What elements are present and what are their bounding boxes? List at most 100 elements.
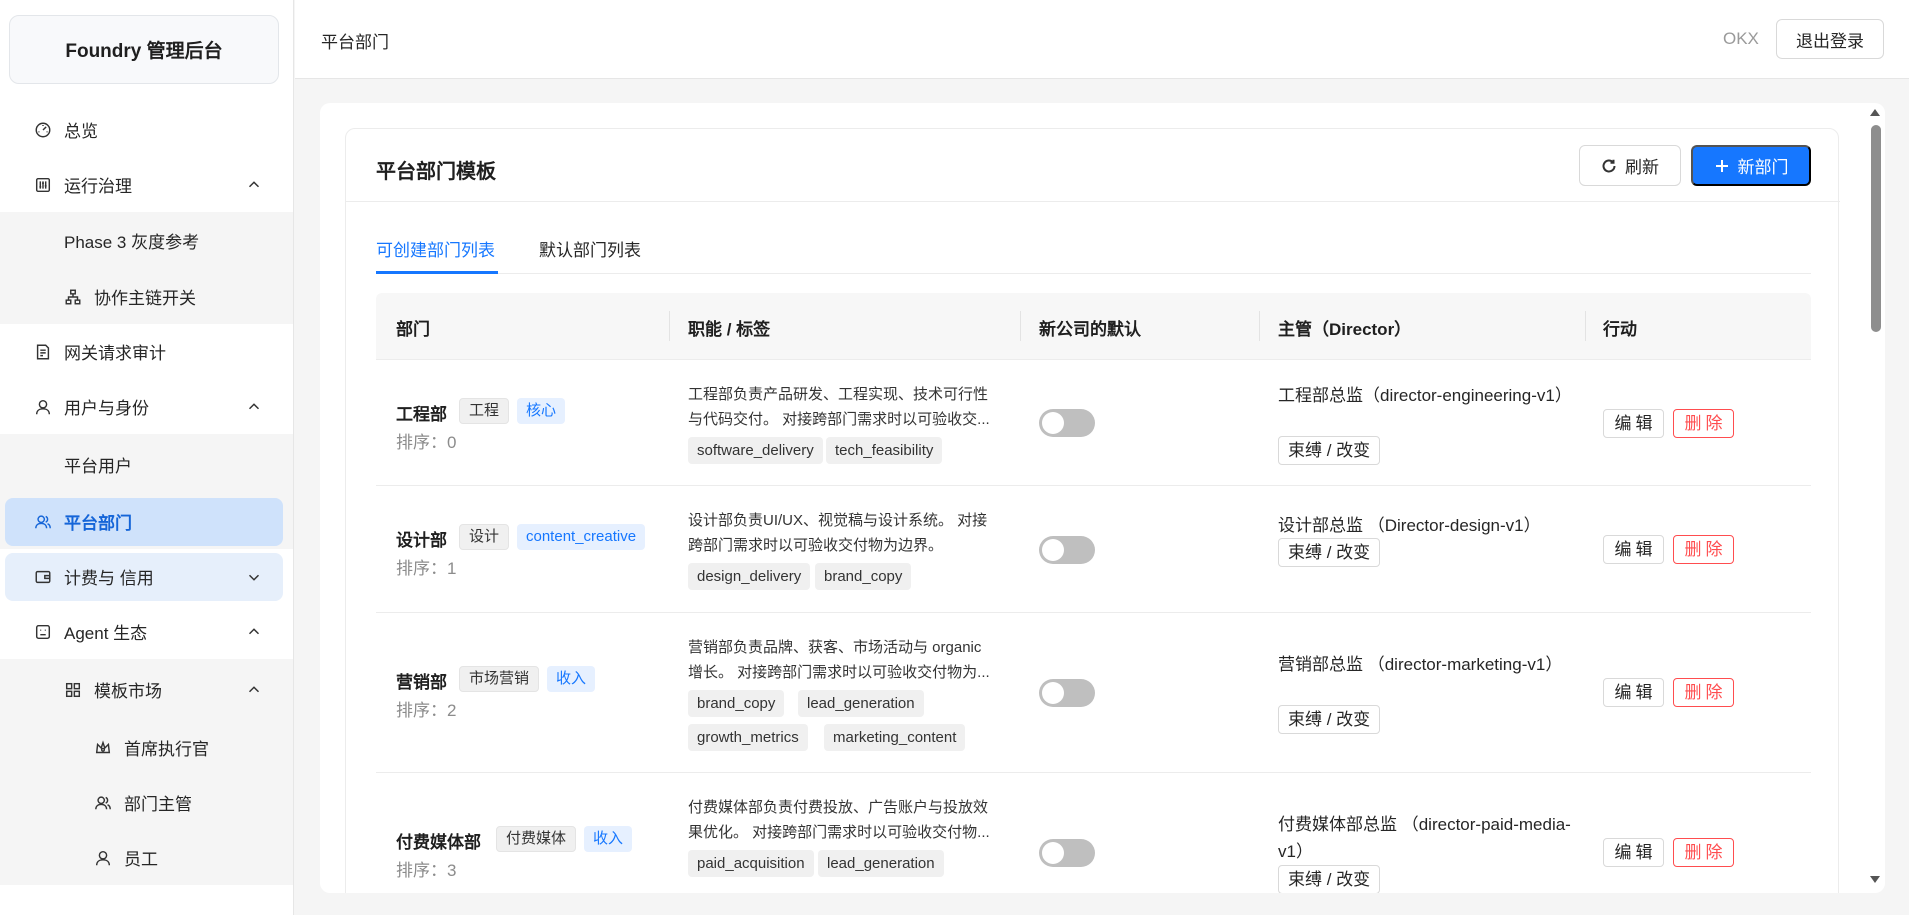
department-description: 工程部负责产品研发、工程实现、技术可行性与代码交付。 对接跨部门需求时以可验收交… [688,386,990,428]
dashboard-icon [33,120,53,140]
toggle-knob [1042,842,1064,864]
bind-change-button[interactable]: 束缚 / 改变 [1278,865,1381,893]
department-tag: 核心 [517,398,566,424]
toggle-knob [1042,412,1064,434]
column-header: 部门 [396,320,430,339]
department-description: 设计部负责UI/UX、视觉稿与设计系统。 对接跨部门需求时以可验收交付物为边界。 [688,512,988,554]
wallet-icon [33,567,53,587]
edit-button[interactable]: 编辑 [1603,409,1664,438]
toggle-knob [1042,539,1064,561]
logout-button[interactable]: 退出登录 [1776,19,1884,59]
robot-icon [33,622,53,642]
refresh-icon [1602,159,1616,172]
table-row: 设计部 设计 content_creative 排序：1 设计部负责UI/UX、… [376,486,1811,613]
sidebar-item-platform-users[interactable]: 平台用户 [0,434,293,494]
departments-table: 部门 职能 / 标签 新公司的默认 主管（Director） 行动 工程部 工程… [376,293,1811,893]
vertical-scrollbar[interactable] [1865,103,1885,893]
new-department-button[interactable]: 新部门 [1691,145,1811,186]
delete-button[interactable]: 删除 [1673,838,1734,867]
chevron-down-icon [245,568,263,586]
edit-button[interactable]: 编辑 [1603,535,1664,564]
function-tag: design_delivery [688,563,811,590]
bind-change-button[interactable]: 束缚 / 改变 [1278,705,1381,734]
team-icon [33,512,53,532]
department-tag: 工程 [459,398,510,424]
sidebar-item-label: 总览 [64,122,98,141]
sliders-icon [33,175,53,195]
chevron-up-icon [245,398,263,416]
sidebar-item-label: 运行治理 [64,177,132,196]
tab-creatable-departments[interactable]: 可创建部门列表 [376,236,495,261]
sidebar-item-collab-switch[interactable]: 协作主链开关 [0,269,293,324]
sidebar-item-platform-departments[interactable]: 平台部门 [0,494,293,549]
department-description: 付费媒体部负责付费投放、广告账户与投放效果优化。 对接跨部门需求时以可验收交付物… [688,799,990,841]
bind-change-button[interactable]: 束缚 / 改变 [1278,538,1381,567]
sort-order: 排序：0 [396,433,457,452]
table-row: 付费媒体部 付费媒体 收入 排序：3 付费媒体部负责付费投放、广告账户与投放效果… [376,773,1811,893]
department-tag: content_creative [517,524,646,550]
sidebar-item-ceo[interactable]: 首席执行官 [0,720,293,775]
bind-change-button[interactable]: 束缚 / 改变 [1278,436,1381,465]
tab-bar: 可创建部门列表 默认部门列表 [376,224,1811,274]
department-tag: 付费媒体 [496,826,577,852]
chevron-up-icon [245,176,263,194]
sidebar-item-billing[interactable]: 计费与 信用 [0,549,293,604]
sidebar-item-label: 计费与 信用 [64,569,154,588]
sitemap-icon [63,287,83,307]
sidebar-item-label: 员工 [124,850,158,869]
scrollbar-thumb[interactable] [1871,125,1881,332]
sidebar: Foundry 管理后台 总览 运行治理 Phase 3 灰度参考 协作主链开关… [0,0,294,915]
delete-button[interactable]: 删除 [1673,409,1734,438]
scroll-up-arrow-icon[interactable] [1870,109,1880,116]
default-toggle[interactable] [1039,409,1095,437]
department-name: 工程部 [396,405,447,424]
sidebar-item-employee[interactable]: 员工 [0,830,293,885]
function-tag: brand_copy [815,563,912,590]
table-header: 部门 职能 / 标签 新公司的默认 主管（Director） 行动 [376,293,1811,360]
edit-button[interactable]: 编辑 [1603,678,1664,707]
sidebar-item-label: 平台用户 [64,456,132,476]
default-toggle[interactable] [1039,536,1095,564]
sidebar-item-label: 用户与身份 [64,399,149,418]
user-icon [33,397,53,417]
default-toggle[interactable] [1039,679,1095,707]
sidebar-item-users-identity[interactable]: 用户与身份 [0,379,293,434]
default-toggle[interactable] [1039,839,1095,867]
column-divider [1020,311,1021,341]
sidebar-item-department-head[interactable]: 部门主管 [0,775,293,830]
director-name: 营销部总监 （director-marketing-v1） [1278,655,1563,674]
delete-button[interactable]: 删除 [1673,678,1734,707]
department-tag: 收入 [584,826,633,852]
sidebar-item-gateway-audit[interactable]: 网关请求审计 [0,324,293,379]
department-template-card: 平台部门模板 刷新 新部门 可创建部门列表 默认部门列表 部门 职能 / 标签 … [345,128,1840,893]
divider [346,201,1840,202]
sidebar-item-label: 部门主管 [124,795,192,814]
function-tag: lead_generation [798,690,924,717]
sidebar-item-phase3[interactable]: Phase 3 灰度参考 [0,212,293,269]
sidebar-item-label: Agent 生态 [64,624,148,643]
column-divider [669,311,670,341]
department-name: 付费媒体部 [396,833,481,852]
tab-default-departments[interactable]: 默认部门列表 [539,236,641,261]
refresh-label: 刷新 [1625,158,1659,177]
column-header: 主管（Director） [1278,320,1412,339]
refresh-button[interactable]: 刷新 [1579,145,1681,186]
sidebar-item-agent-ecosystem[interactable]: Agent 生态 [0,604,293,659]
audit-icon [33,342,53,362]
department-name: 设计部 [396,531,447,550]
sidebar-item-operations[interactable]: 运行治理 [0,157,293,212]
director-name: 付费媒体部总监 （director-paid-media-v1） [1278,815,1571,861]
table-row: 工程部 工程 核心 排序：0 工程部负责产品研发、工程实现、技术可行性与代码交付… [376,360,1811,486]
sidebar-item-overview[interactable]: 总览 [0,102,293,157]
column-header: 行动 [1603,320,1637,339]
table-row: 营销部 市场营销 收入 排序：2 营销部负责品牌、获客、市场活动与 organi… [376,613,1811,773]
column-divider [1585,311,1586,341]
scroll-down-arrow-icon[interactable] [1870,876,1880,883]
edit-button[interactable]: 编辑 [1603,838,1664,867]
team-icon [93,793,113,813]
function-tag: tech_feasibility [826,437,943,464]
breadcrumb: 平台部门 [321,33,389,52]
sidebar-item-template-market[interactable]: 模板市场 [0,659,293,720]
delete-button[interactable]: 删除 [1673,535,1734,564]
top-header: 平台部门 OKX 退出登录 [295,0,1909,79]
